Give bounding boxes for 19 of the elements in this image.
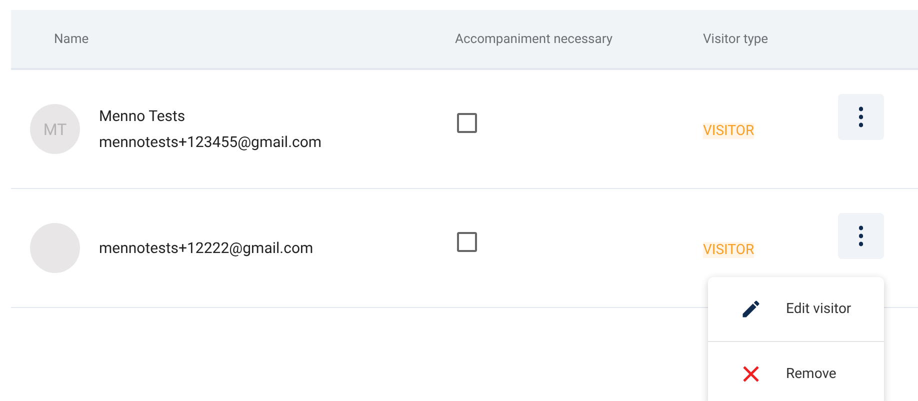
more-button[interactable] xyxy=(838,213,884,259)
close-icon xyxy=(742,365,760,383)
avatar xyxy=(30,223,80,273)
visitor-email: mennotests+12222@gmail.com xyxy=(99,239,314,257)
menu-item[interactable]: Edit visitor xyxy=(708,277,884,341)
column-header: Accompaniment necessary xyxy=(455,32,614,46)
more-icon xyxy=(859,225,863,247)
visitor-name: Menno Tests xyxy=(99,107,186,125)
visitor-type-tag: VISITOR xyxy=(703,122,754,138)
visitor-type-tag: VISITOR xyxy=(703,242,754,258)
visitor-email: mennotests+123455@gmail.com xyxy=(99,133,322,151)
column-header: Name xyxy=(53,32,90,46)
checkbox[interactable] xyxy=(457,113,477,133)
checkbox[interactable] xyxy=(457,232,477,252)
more-button[interactable] xyxy=(838,94,884,140)
menu-item[interactable]: Remove xyxy=(708,341,884,401)
pencil-icon xyxy=(740,298,762,320)
column-header: Visitor type xyxy=(703,32,770,46)
more-icon xyxy=(859,106,863,128)
